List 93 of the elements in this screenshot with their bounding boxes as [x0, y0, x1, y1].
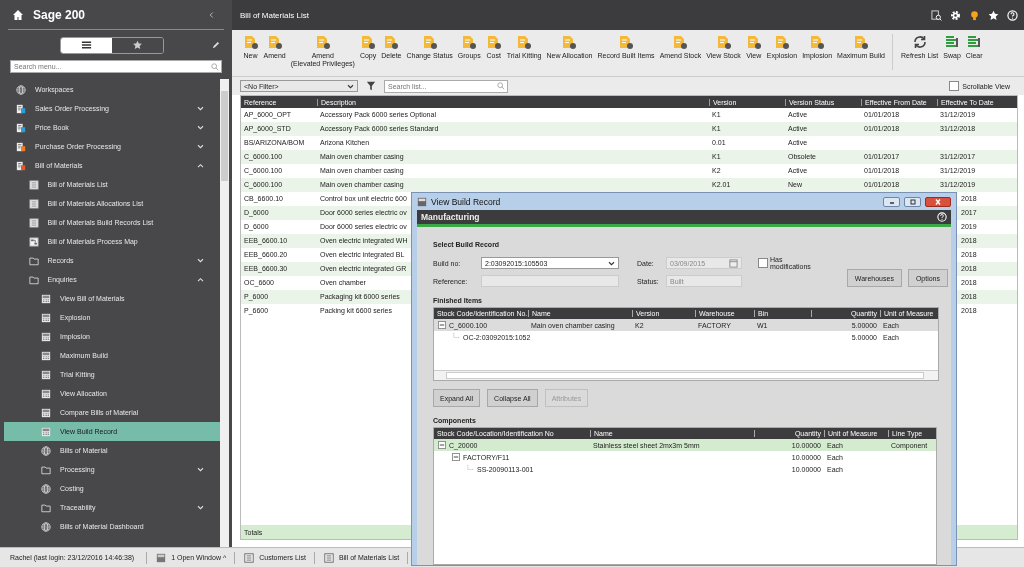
- tree-line: [466, 465, 474, 473]
- chevron-down-icon: [608, 260, 615, 266]
- list-icon: [944, 34, 961, 50]
- module-icon: [16, 141, 26, 152]
- calculator-icon: [41, 426, 51, 437]
- calculator-icon: [41, 312, 51, 323]
- globe-icon: [41, 483, 51, 494]
- help-icon[interactable]: [1007, 9, 1018, 21]
- list-icon: [244, 552, 255, 563]
- list-icon: [966, 34, 983, 50]
- chevron-down-icon[interactable]: [197, 258, 204, 263]
- calculator-icon: [41, 407, 51, 418]
- tree-line: [452, 333, 460, 341]
- checkbox[interactable]: [949, 81, 960, 91]
- search-icon: [211, 62, 219, 71]
- calculator-icon: [41, 331, 51, 342]
- document-icon: [672, 34, 689, 50]
- document-icon: [618, 34, 635, 50]
- chevron-down-icon[interactable]: [197, 467, 204, 472]
- module-icon: [16, 122, 26, 133]
- globe-icon: [41, 521, 51, 532]
- document-icon: [421, 34, 438, 50]
- document-icon: [383, 34, 400, 50]
- close-button[interactable]: [925, 196, 951, 207]
- document-icon: [773, 34, 790, 50]
- chevron-down-icon[interactable]: [197, 106, 204, 111]
- maximize-button[interactable]: [904, 196, 921, 207]
- document-icon: [314, 34, 331, 50]
- page-title: Bill of Materials List: [240, 10, 310, 20]
- maximize-icon: [907, 198, 918, 205]
- chevron-up-icon[interactable]: [197, 277, 204, 282]
- calculator-icon: [41, 388, 51, 399]
- calculator-icon: [41, 369, 51, 380]
- calculator-icon: [417, 196, 427, 207]
- app-title: Sage 200: [33, 7, 87, 22]
- document-icon: [853, 34, 869, 50]
- chevron-down-icon[interactable]: [197, 505, 204, 510]
- list-icon: [28, 198, 39, 209]
- document-icon: [809, 34, 826, 50]
- module-icon: [16, 160, 26, 171]
- collapse-icon[interactable]: [209, 10, 214, 19]
- horizontal-scrollbar[interactable]: [434, 370, 938, 380]
- list-icon: [28, 179, 39, 190]
- list-icon: [28, 217, 39, 228]
- document-icon: [715, 34, 732, 50]
- section-header: Manufacturing: [421, 212, 480, 222]
- close-icon: [933, 198, 943, 205]
- filter-icon[interactable]: [366, 81, 376, 91]
- settings-icon[interactable]: [950, 9, 961, 21]
- module-icon: [16, 103, 26, 114]
- document-icon: [485, 34, 502, 50]
- minimize-button[interactable]: [883, 196, 900, 207]
- list-icon: [323, 552, 334, 563]
- chevron-up-icon[interactable]: [197, 163, 204, 168]
- collapse-icon[interactable]: [452, 453, 460, 461]
- calculator-icon: [41, 350, 51, 361]
- document-icon: [242, 34, 259, 50]
- menu-tab[interactable]: [61, 37, 112, 53]
- scrollbar[interactable]: [220, 79, 229, 547]
- star-icon[interactable]: [988, 9, 999, 21]
- calculator-icon: [41, 293, 51, 304]
- folder-icon: [28, 274, 39, 285]
- window-title: View Build Record: [431, 196, 501, 207]
- menu-icon: [81, 40, 92, 50]
- document-icon: [561, 34, 578, 50]
- document-icon: [745, 34, 762, 50]
- document-icon: [266, 34, 283, 50]
- process-map-icon: [28, 236, 39, 247]
- calculator-icon: [156, 552, 167, 563]
- pencil-icon[interactable]: [211, 40, 220, 50]
- lightbulb-icon[interactable]: [969, 9, 980, 21]
- checkbox[interactable]: [758, 258, 768, 268]
- chevron-down-icon: [347, 83, 354, 89]
- reference-field[interactable]: [481, 275, 619, 287]
- folder-icon: [41, 502, 51, 513]
- refresh-icon: [911, 34, 928, 50]
- search-icon: [497, 82, 505, 90]
- document-icon: [516, 34, 533, 50]
- help-icon[interactable]: [937, 212, 947, 222]
- globe-icon: [41, 445, 51, 456]
- chevron-down-icon[interactable]: [197, 125, 204, 130]
- calendar-icon: [729, 258, 738, 268]
- collapse-icon[interactable]: [438, 321, 446, 329]
- folder-icon: [28, 255, 39, 266]
- folder-icon: [41, 464, 51, 475]
- view-toggle[interactable]: [60, 36, 164, 54]
- collapse-icon[interactable]: [438, 441, 446, 449]
- document-icon: [461, 34, 478, 50]
- chevron-down-icon[interactable]: [197, 144, 204, 149]
- globe-icon: [16, 84, 26, 95]
- document-icon: [360, 34, 377, 50]
- home-icon[interactable]: [12, 8, 24, 21]
- star-icon: [132, 40, 143, 50]
